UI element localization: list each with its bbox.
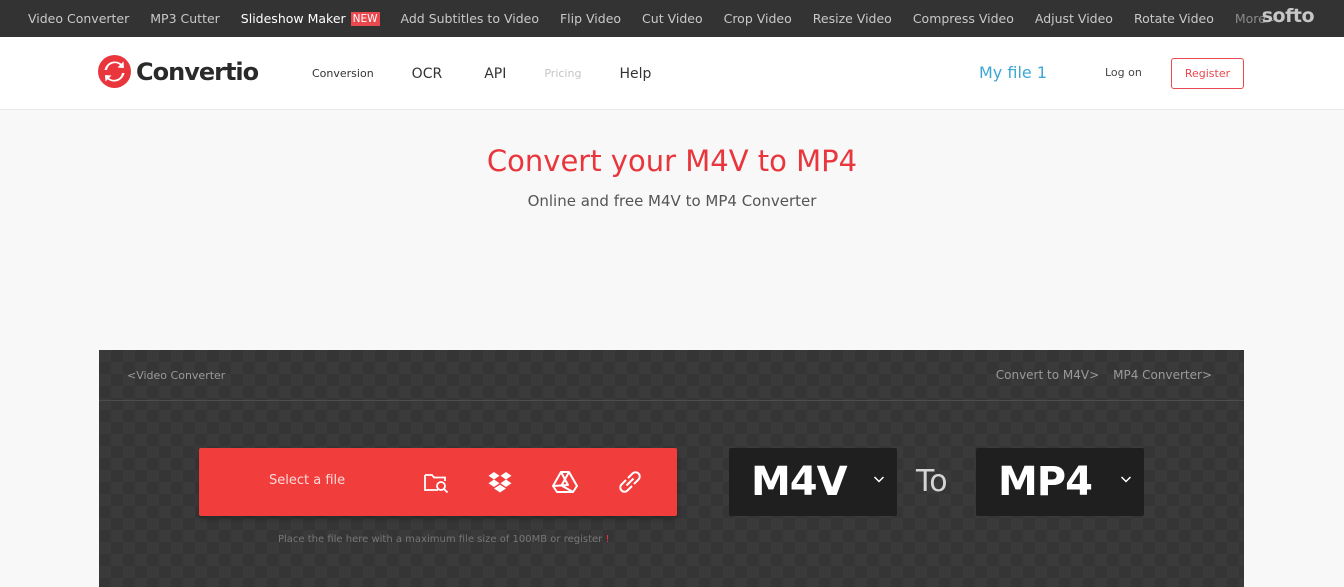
chevron-down-icon: [873, 472, 885, 490]
page-title: Convert your M4V to MP4: [486, 144, 858, 178]
nav-pricing[interactable]: Pricing: [544, 67, 581, 80]
top-link-label: Video Converter: [28, 11, 130, 26]
nav-api[interactable]: API: [484, 66, 506, 82]
top-link-rotate-video[interactable]: Rotate Video: [1134, 11, 1214, 26]
logo-text: Convertio: [136, 57, 259, 86]
top-link-mp3-cutter[interactable]: MP3 Cutter: [150, 11, 220, 26]
top-link-add-subtitles-to-video[interactable]: Add Subtitles to Video: [401, 11, 539, 26]
top-link-label: Crop Video: [723, 11, 792, 26]
local-folder-search-icon[interactable]: [421, 467, 451, 497]
source-format-select[interactable]: M4V: [729, 448, 897, 516]
top-link-label: Resize Video: [812, 11, 892, 26]
upload-hint: Place the file here with a maximum file …: [278, 534, 609, 545]
top-link-label: Adjust Video: [1034, 11, 1113, 26]
new-badge: NEW: [350, 11, 380, 26]
top-link-crop-video[interactable]: Crop Video: [724, 11, 792, 26]
login-link[interactable]: Log on: [1105, 66, 1142, 79]
top-link-slideshow-maker[interactable]: Slideshow Maker NEW: [241, 11, 380, 26]
target-format-value: MP4: [998, 459, 1093, 505]
top-link-adjust-video[interactable]: Adjust Video: [1035, 11, 1113, 26]
breadcrumb-right: Convert to M4V> MP4 Converter>: [996, 368, 1212, 382]
top-link-label: Compress Video: [912, 11, 1014, 26]
my-files-link[interactable]: My file 1: [979, 63, 1047, 82]
top-link-compress-video[interactable]: Compress Video: [913, 11, 1014, 26]
top-link-label: Rotate Video: [1133, 11, 1214, 26]
top-link-label: Cut Video: [642, 11, 703, 26]
breadcrumb-video-converter[interactable]: <Video Converter: [127, 369, 225, 382]
main-nav: Conversion OCR API Pricing Help: [312, 37, 651, 110]
nav-ocr[interactable]: OCR: [412, 66, 443, 82]
register-button[interactable]: Register: [1171, 58, 1244, 89]
convertio-logo[interactable]: Convertio: [98, 55, 259, 88]
breadcrumb-mp4-converter[interactable]: MP4 Converter>: [1113, 368, 1212, 382]
nav-conversion[interactable]: Conversion: [312, 67, 374, 80]
site-header: Convertio Conversion OCR API Pricing Hel…: [0, 37, 1344, 110]
nav-help[interactable]: Help: [619, 66, 651, 82]
top-link-resize-video[interactable]: Resize Video: [813, 11, 892, 26]
upload-hint-text: Place the file here with a maximum file …: [278, 534, 603, 545]
top-link-label: Slideshow Maker: [240, 11, 346, 26]
top-app-bar: Video Converter MP3 Cutter Slideshow Maker…: [0, 0, 1344, 37]
top-link-flip-video[interactable]: Flip Video: [560, 11, 621, 26]
top-link-cut-video[interactable]: Cut Video: [642, 11, 703, 26]
chevron-down-icon: [1120, 472, 1132, 490]
target-format-select[interactable]: MP4: [976, 448, 1144, 516]
source-format-value: M4V: [751, 459, 848, 505]
page-subtitle: Online and free M4V to MP4 Converter: [527, 192, 817, 210]
converter-panel: <Video Converter Convert to M4V> MP4 Con…: [99, 350, 1244, 587]
top-link-label: Add Subtitles to Video: [400, 11, 539, 26]
panel-divider: [99, 400, 1244, 401]
hint-warning-mark: !: [605, 534, 610, 545]
top-link-video-converter[interactable]: Video Converter: [28, 11, 129, 26]
convertio-logo-icon: [98, 55, 131, 88]
breadcrumb-convert-to-m4v[interactable]: Convert to M4V>: [996, 368, 1099, 382]
file-select-box[interactable]: Select a file: [199, 448, 677, 516]
softo-brand[interactable]: softo: [1262, 5, 1315, 27]
url-link-icon[interactable]: [615, 467, 645, 497]
dropbox-icon[interactable]: [485, 467, 515, 497]
top-link-label: MP3 Cutter: [150, 11, 220, 26]
top-app-links: Video Converter MP3 Cutter Slideshow Maker…: [28, 0, 1297, 37]
google-drive-icon[interactable]: [550, 467, 580, 497]
to-label: To: [916, 464, 948, 499]
select-file-button[interactable]: Select a file: [269, 473, 345, 488]
top-link-label: Flip Video: [559, 11, 622, 26]
